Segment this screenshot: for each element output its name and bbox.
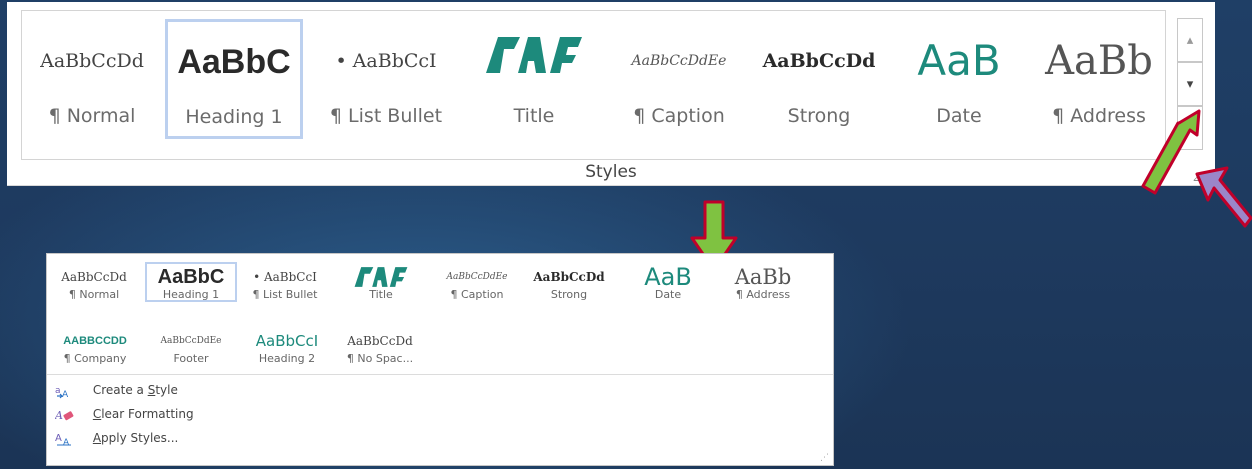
style-name: Heading 2 xyxy=(258,352,316,365)
style-date[interactable]: AaB Date xyxy=(894,21,1024,141)
style-no-spacing[interactable]: AaBbCcDd ¶ No Spac... xyxy=(337,330,423,365)
style-name: ¶ List Bullet xyxy=(329,105,443,127)
apply-styles-command[interactable]: A A Apply Styles... xyxy=(55,428,178,448)
styles-group-label: Styles xyxy=(585,162,637,182)
clear-formatting-label-post: lear Formatting xyxy=(101,407,194,421)
create-style-label-post: tyle xyxy=(155,383,178,397)
styles-gallery: AaBbCcDd ¶ Normal AaBbC Heading 1 • AaBb… xyxy=(21,10,1166,160)
style-preview: • AaBbCcI xyxy=(253,270,317,284)
svg-text:A: A xyxy=(55,433,62,444)
style-name: Date xyxy=(936,105,982,127)
resize-grip-icon[interactable]: ⋰ xyxy=(820,453,829,463)
style-name: ¶ Caption xyxy=(633,105,725,127)
style-list-bullet[interactable]: • AaBbCcI ¶ List Bullet xyxy=(312,21,460,141)
style-preview: AaBbC xyxy=(157,266,225,288)
style-name: ¶ List Bullet xyxy=(252,288,318,301)
title-preview-glyph xyxy=(354,267,408,287)
svg-text:A: A xyxy=(62,390,69,399)
clear-formatting-icon: A xyxy=(55,409,74,422)
style-name: Title xyxy=(513,105,555,127)
title-preview-glyph xyxy=(486,37,582,73)
style-name: Title xyxy=(369,288,393,301)
style-preview: AaBb xyxy=(734,266,792,288)
style-name: Footer xyxy=(173,352,209,365)
apply-styles-label-post: pply Styles... xyxy=(101,431,179,445)
apply-styles-label-accel: A xyxy=(92,431,102,445)
style-preview: AaBbCcDd xyxy=(347,334,413,348)
style-footer[interactable]: AaBbCcDdEe Footer xyxy=(145,330,237,365)
style-preview: AaBbCcDd xyxy=(40,50,144,72)
style-name: ¶ Address xyxy=(735,288,791,301)
style-name: Heading 1 xyxy=(162,288,220,301)
style-preview: AaB xyxy=(644,266,692,288)
style-name: ¶ Normal xyxy=(48,105,136,127)
style-preview: AaBbCcDdEe xyxy=(631,53,727,69)
style-preview: AaBbCcI xyxy=(255,332,319,350)
divider xyxy=(47,374,833,375)
style-title[interactable]: Title xyxy=(337,266,425,301)
style-list-bullet[interactable]: • AaBbCcI ¶ List Bullet xyxy=(239,266,331,301)
style-name: ¶ No Spac... xyxy=(346,352,414,365)
style-strong[interactable]: AaBbCcDd Strong xyxy=(527,266,611,301)
svg-text:A: A xyxy=(63,438,70,447)
style-preview: AaBbCcDdEe xyxy=(160,336,222,346)
style-preview: AaBbC xyxy=(177,43,291,81)
style-heading-1[interactable]: AaBbC Heading 1 xyxy=(145,262,237,302)
style-name: Strong xyxy=(550,288,588,301)
style-name: Heading 1 xyxy=(185,106,283,128)
style-title[interactable]: Title xyxy=(470,21,598,141)
clear-formatting-label-accel: C xyxy=(92,407,102,421)
style-normal[interactable]: AaBbCcDd ¶ Normal xyxy=(53,266,135,301)
style-preview: AaB xyxy=(917,37,1001,85)
style-date[interactable]: AaB Date xyxy=(623,266,713,301)
style-normal[interactable]: AaBbCcDd ¶ Normal xyxy=(28,21,156,141)
style-preview: AaBb xyxy=(1045,38,1153,84)
style-name: ¶ Company xyxy=(63,352,127,365)
style-name: Date xyxy=(654,288,682,301)
styles-gallery-expanded: AaBbCcDd ¶ Normal AaBbC Heading 1 • AaBb… xyxy=(46,253,834,466)
purple-arrow-icon xyxy=(1195,166,1252,228)
style-preview: AaBbCcDd xyxy=(762,50,876,72)
gallery-scroll-down-button[interactable]: ▾ xyxy=(1177,62,1203,106)
style-caption[interactable]: AaBbCcDdEe ¶ Caption xyxy=(429,266,525,301)
apply-styles-icon: A A xyxy=(55,433,71,447)
style-address[interactable]: AaBb ¶ Address xyxy=(715,266,811,301)
style-strong[interactable]: AaBbCcDd Strong xyxy=(754,21,884,141)
style-name: ¶ Caption xyxy=(450,288,504,301)
svg-text:A: A xyxy=(55,409,63,422)
style-preview: AaBbCcDdEe xyxy=(446,272,508,282)
style-name: ¶ Normal xyxy=(68,288,120,301)
create-style-icon: a A xyxy=(55,386,69,399)
styles-ribbon-group: AaBbCcDd ¶ Normal AaBbC Heading 1 • AaBb… xyxy=(7,2,1215,186)
style-preview: • AaBbCcI xyxy=(335,50,437,72)
create-style-label-pre: Create a xyxy=(92,383,148,397)
style-heading-1[interactable]: AaBbC Heading 1 xyxy=(165,19,303,139)
style-heading-2[interactable]: AaBbCcI Heading 2 xyxy=(243,330,331,365)
style-preview: AaBbCcDd xyxy=(61,270,127,284)
style-preview: AABBCCDD xyxy=(63,335,127,347)
create-style-command[interactable]: a A Create a Style xyxy=(55,380,178,400)
clear-formatting-command[interactable]: A Clear Formatting xyxy=(55,404,194,424)
style-name: Strong xyxy=(787,105,851,127)
style-company[interactable]: AABBCCDD ¶ Company xyxy=(53,330,137,365)
style-caption[interactable]: AaBbCcDdEe ¶ Caption xyxy=(604,21,754,141)
gallery-scroll-up-button[interactable]: ▴ xyxy=(1177,18,1203,62)
style-preview: AaBbCcDd xyxy=(533,270,605,284)
